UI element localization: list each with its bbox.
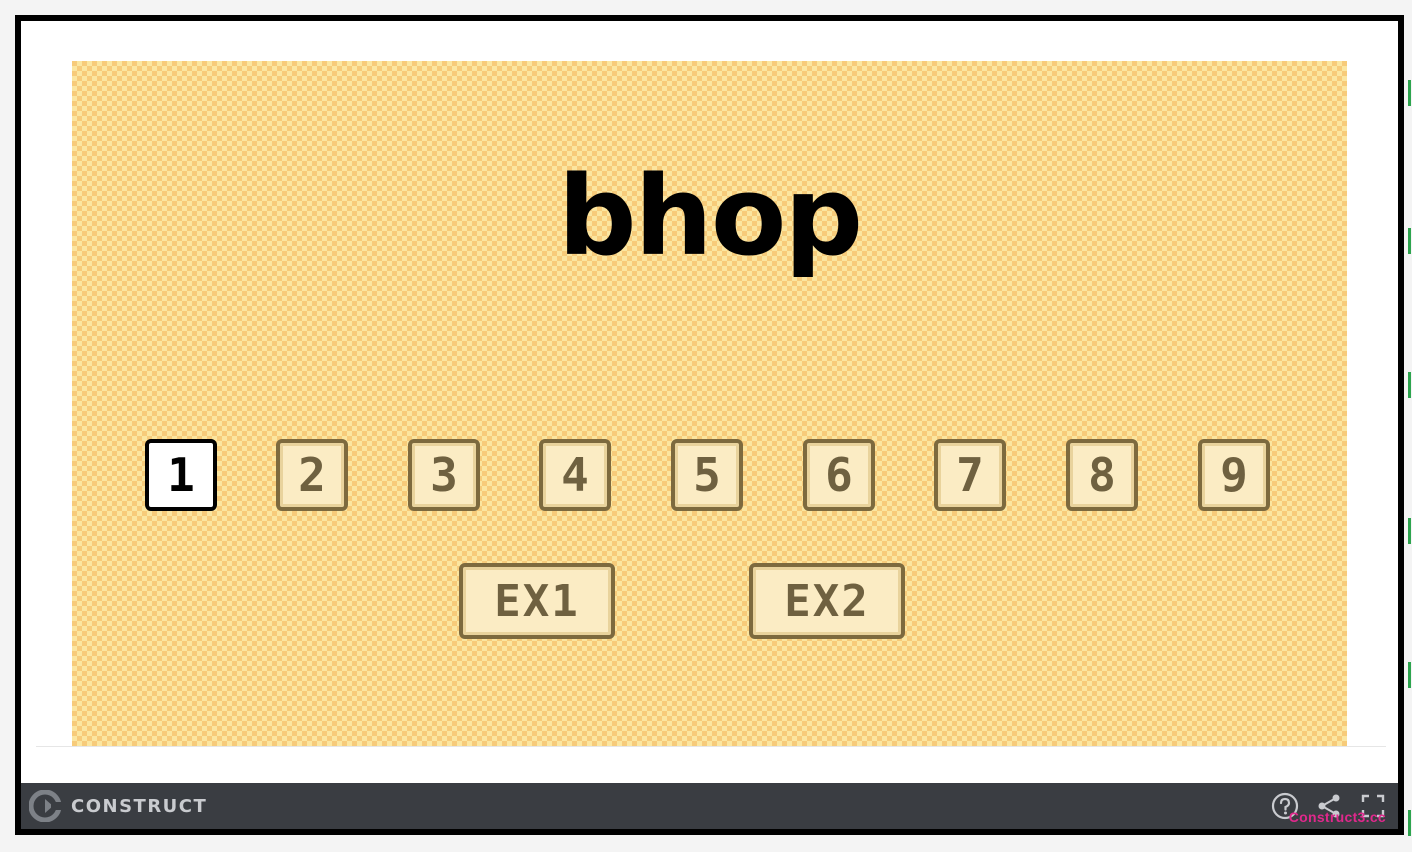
- edge-mark: [1408, 518, 1411, 544]
- extra-level-button-1[interactable]: EX1: [459, 563, 615, 639]
- construct-logo-icon: [28, 789, 62, 823]
- right-edge-marks: [1408, 80, 1412, 840]
- level-button-6[interactable]: 6: [803, 439, 875, 511]
- level-button-9[interactable]: 9: [1198, 439, 1270, 511]
- player-footer-bar: CONSTRUCT Construct3.cc: [21, 783, 1398, 829]
- divider: [36, 746, 1386, 747]
- level-button-5[interactable]: 5: [671, 439, 743, 511]
- level-button-3[interactable]: 3: [408, 439, 480, 511]
- watermark-text: Construct3.cc: [1288, 809, 1386, 825]
- level-button-2[interactable]: 2: [276, 439, 348, 511]
- construct-brand[interactable]: CONSTRUCT: [28, 789, 208, 823]
- game-frame: bhop 1 2 3 4 5 6 7 8 9 EX1 EX2 CONSTRUCT…: [15, 15, 1404, 835]
- game-title: bhop: [557, 152, 863, 280]
- game-canvas[interactable]: bhop 1 2 3 4 5 6 7 8 9 EX1 EX2: [72, 61, 1347, 746]
- extra-level-button-2[interactable]: EX2: [749, 563, 905, 639]
- construct-brand-label: CONSTRUCT: [71, 795, 208, 817]
- level-button-1[interactable]: 1: [145, 439, 217, 511]
- edge-mark: [1408, 372, 1411, 398]
- edge-mark: [1408, 662, 1411, 688]
- level-button-7[interactable]: 7: [934, 439, 1006, 511]
- level-select-row: 1 2 3 4 5 6 7 8 9: [145, 439, 1275, 519]
- level-button-8[interactable]: 8: [1066, 439, 1138, 511]
- edge-mark: [1408, 80, 1411, 106]
- level-button-4[interactable]: 4: [539, 439, 611, 511]
- edge-mark: [1408, 228, 1411, 254]
- edge-mark: [1408, 810, 1411, 836]
